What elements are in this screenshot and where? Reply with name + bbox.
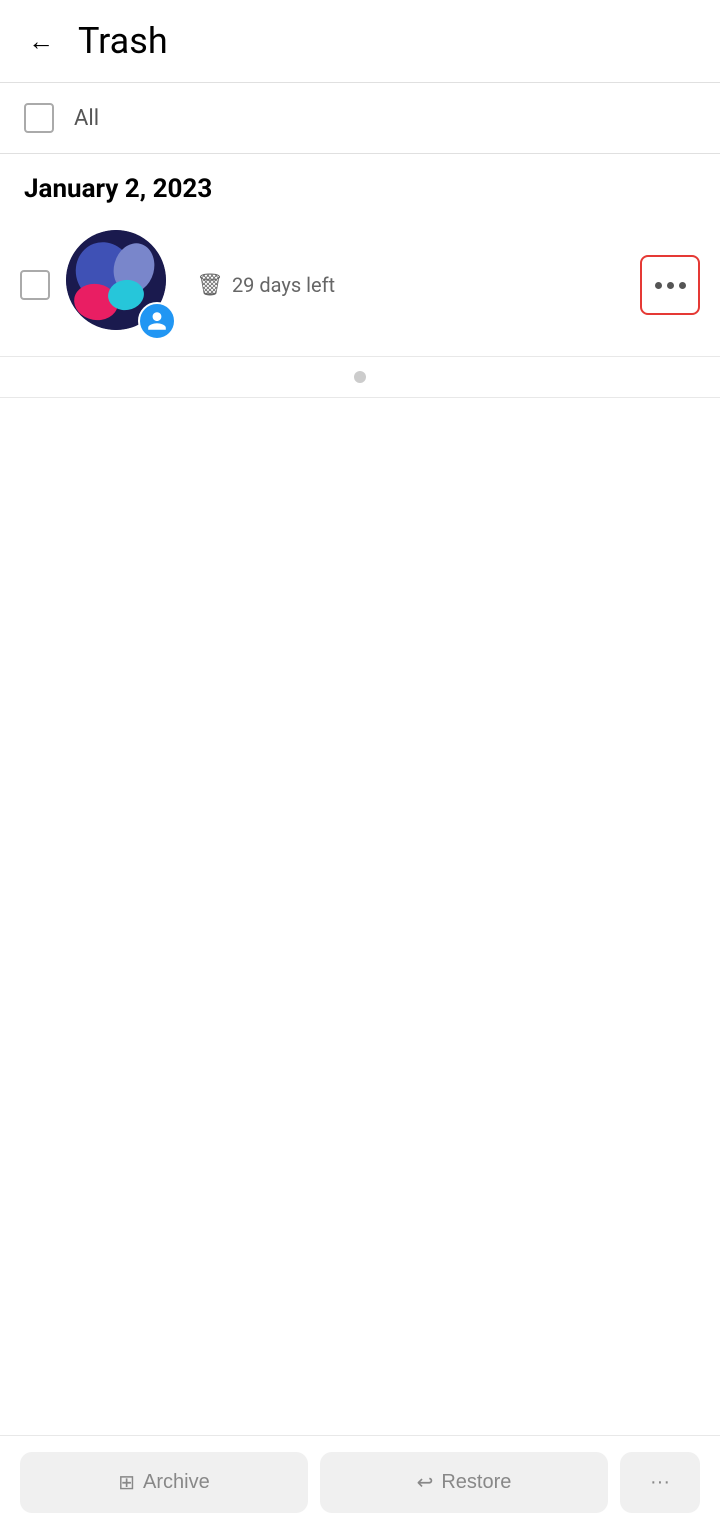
archive-button[interactable]: ⊞ Archive	[20, 1452, 308, 1513]
back-button[interactable]: ←	[24, 22, 58, 61]
restore-button[interactable]: ↩ Restore	[320, 1452, 608, 1513]
main-content	[0, 398, 720, 1537]
select-all-checkbox[interactable]	[24, 103, 54, 133]
toolbar-more-icon: ···	[650, 1471, 670, 1494]
select-all-row: All	[0, 83, 720, 154]
back-arrow-icon: ←	[28, 26, 54, 56]
section-divider	[0, 357, 720, 398]
dot-1	[655, 282, 662, 289]
archive-label: Archive	[143, 1471, 210, 1494]
item-checkbox[interactable]	[20, 270, 50, 300]
dot-2	[667, 282, 674, 289]
date-group-label: January 2, 2023	[0, 154, 720, 214]
profile-badge	[138, 302, 176, 340]
more-options-button[interactable]	[640, 255, 700, 315]
item-meta: 🗑 29 days left	[196, 273, 335, 298]
person-icon	[146, 310, 168, 332]
trash-icon: 🗑	[196, 273, 224, 298]
restore-icon: ↩	[417, 1470, 434, 1495]
list-item: 🗑 29 days left	[0, 214, 720, 357]
header: ← Trash	[0, 0, 720, 83]
dot-3	[679, 282, 686, 289]
more-dots-icon	[655, 282, 686, 289]
toolbar-more-button[interactable]: ···	[620, 1452, 700, 1513]
avatar	[66, 230, 176, 340]
days-left-text: 29 days left	[232, 273, 335, 297]
restore-label: Restore	[441, 1471, 511, 1494]
mini-dot-icon	[354, 371, 366, 383]
select-all-label: All	[74, 106, 99, 131]
page-title: Trash	[78, 20, 168, 62]
archive-icon: ⊞	[118, 1470, 135, 1495]
bottom-toolbar: ⊞ Archive ↩ Restore ···	[0, 1435, 720, 1537]
